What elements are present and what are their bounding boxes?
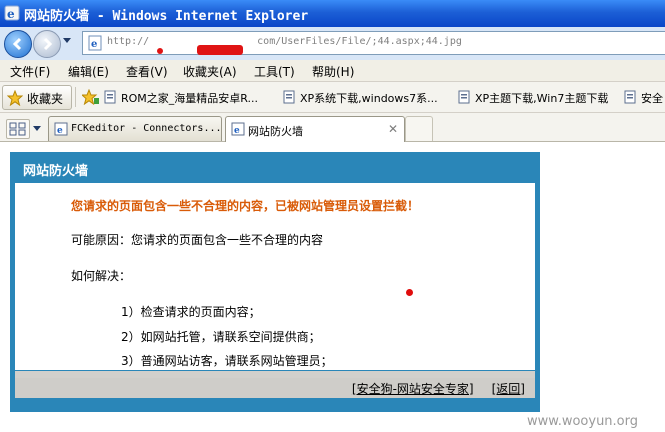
- firewall-footer: [安全狗-网站安全专家] [返回]: [11, 371, 539, 411]
- page-icon: e: [231, 122, 245, 136]
- tab-bar: e FCKeditor - Connectors... e 网站防火墙 ✕: [0, 113, 665, 142]
- footer-links: [安全狗-网站安全专家] [返回]: [334, 380, 525, 397]
- solution-step: 2）如网站托管，请联系空间提供商；: [121, 330, 321, 344]
- menu-favorites[interactable]: 收藏夹(A): [183, 63, 237, 80]
- page-icon: e: [54, 122, 68, 136]
- address-bar[interactable]: e http:// com/UserFiles/File/;44.aspx;44.…: [82, 31, 665, 55]
- tab-fckeditor[interactable]: e FCKeditor - Connectors...: [48, 116, 222, 141]
- menu-help[interactable]: 帮助(H): [312, 63, 354, 80]
- svg-text:e: e: [234, 126, 240, 136]
- tab-label: FCKeditor - Connectors...: [71, 123, 222, 134]
- ie-icon: e: [4, 5, 20, 21]
- footer-bar: [安全狗-网站安全专家] [返回]: [15, 378, 535, 398]
- quick-tabs-icon: [9, 122, 26, 136]
- url-path: com/UserFiles/File/;44.aspx;44.jpg: [257, 36, 462, 47]
- favorite-link-label: ROM之家_海量精品安卓R...: [121, 92, 259, 105]
- tab-list-dropdown-icon[interactable]: [31, 119, 43, 137]
- firewall-header: 网站防火墙: [11, 153, 539, 183]
- back-arrow-icon: [12, 37, 22, 51]
- favorite-link-label: XP主题下载,Win7主题下载: [475, 92, 609, 105]
- page-content: 网站防火墙 您请求的页面包含一些不合理的内容，已被网站管理员设置拦截！ 可能原因…: [0, 142, 665, 432]
- footer-strip: [15, 371, 535, 378]
- back-link[interactable]: [返回]: [492, 382, 525, 396]
- menu-edit[interactable]: 编辑(E): [68, 63, 109, 80]
- menu-tools[interactable]: 工具(T): [254, 63, 295, 80]
- block-warning: 您请求的页面包含一些不合理的内容，已被网站管理员设置拦截！: [71, 199, 420, 213]
- safedog-link[interactable]: [安全狗-网站安全专家]: [352, 382, 474, 396]
- url-text: http:// com/UserFiles/File/;44.aspx;44.jp…: [107, 36, 462, 55]
- menu-file[interactable]: 文件(F): [10, 63, 50, 80]
- url-prefix: http://: [107, 36, 150, 47]
- possible-reason: 可能原因：您请求的页面包含一些不合理的内容: [71, 233, 324, 247]
- how-to-solve: 如何解决：: [71, 269, 132, 283]
- solution-step: 3）普通网站访客，请联系网站管理员；: [121, 354, 333, 368]
- svg-text:e: e: [7, 7, 15, 21]
- firewall-body: 您请求的页面包含一些不合理的内容，已被网站管理员设置拦截！ 可能原因：您请求的页…: [15, 183, 535, 370]
- title-bar: e 网站防火墙 - Windows Internet Explorer: [0, 0, 665, 27]
- forward-button[interactable]: [33, 30, 61, 58]
- tab-firewall[interactable]: e 网站防火墙 ✕: [225, 116, 405, 142]
- page-icon: [458, 90, 470, 104]
- menu-bar: 文件(F) 编辑(E) 查看(V) 收藏夹(A) 工具(T) 帮助(H): [0, 60, 665, 82]
- firewall-title: 网站防火墙: [23, 164, 89, 179]
- window-title: 网站防火墙 - Windows Internet Explorer: [24, 9, 309, 24]
- favorites-button[interactable]: 收藏夹: [2, 85, 72, 110]
- svg-text:e: e: [57, 126, 63, 136]
- svg-text:e: e: [91, 39, 97, 50]
- add-to-favorites-icon[interactable]: [82, 89, 100, 105]
- new-tab-button[interactable]: [405, 116, 433, 141]
- favorite-link-label: XP系统下载,windows7系...: [300, 92, 438, 105]
- page-icon: [104, 90, 116, 104]
- page-icon: [283, 90, 295, 104]
- address-toolbar: e http:// com/UserFiles/File/;44.aspx;44.…: [0, 27, 665, 60]
- red-dot-marker: [406, 289, 413, 296]
- page-icon: e: [88, 35, 102, 51]
- favorite-link-label: 安全: [641, 92, 663, 105]
- quick-tabs-button[interactable]: [6, 119, 30, 139]
- star-icon: [7, 90, 23, 106]
- menu-view[interactable]: 查看(V): [126, 63, 168, 80]
- watermark: www.wooyun.org: [527, 414, 639, 429]
- tab-label: 网站防火墙: [248, 125, 303, 138]
- back-button[interactable]: [4, 30, 32, 58]
- toolbar-divider: [75, 87, 76, 107]
- favorites-bar: 收藏夹 ROM之家_海量精品安卓R... XP系统下载,windows7系...…: [0, 82, 665, 113]
- solution-step: 1）检查请求的页面内容；: [121, 305, 261, 319]
- recent-pages-dropdown-icon[interactable]: [62, 37, 72, 45]
- forward-arrow-icon: [43, 37, 53, 51]
- favorites-label: 收藏夹: [27, 92, 64, 106]
- firewall-panel: 网站防火墙 您请求的页面包含一些不合理的内容，已被网站管理员设置拦截！ 可能原因…: [10, 152, 540, 412]
- close-tab-icon[interactable]: ✕: [388, 122, 398, 136]
- page-icon: [624, 90, 636, 104]
